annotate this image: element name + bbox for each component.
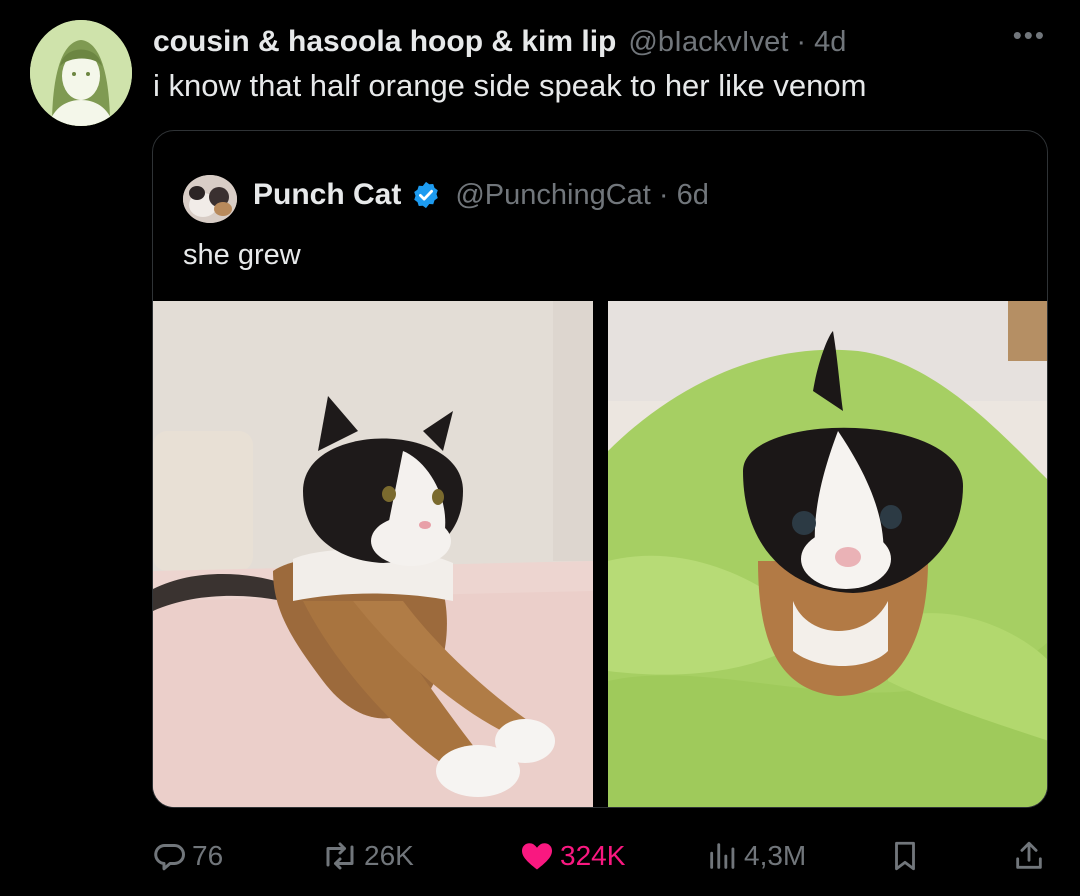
heart-filled-icon [522, 843, 552, 870]
like-button[interactable]: 324K [518, 834, 625, 878]
bookmark-button[interactable] [888, 834, 926, 878]
views-chart-icon [710, 843, 735, 869]
repost-button[interactable]: 26K [320, 834, 414, 878]
repost-icon [326, 842, 354, 870]
reply-icon [154, 843, 185, 871]
quoted-author-name[interactable]: Punch Cat [253, 178, 401, 212]
author-handle-time[interactable]: @bIackvIvet · 4d [628, 26, 846, 59]
kitten-image [608, 301, 1047, 807]
reply-button[interactable]: 76 [152, 834, 223, 878]
share-button[interactable] [1012, 834, 1050, 878]
grown-cat-photo[interactable] [153, 301, 593, 807]
avatar-portrait-image [30, 20, 132, 126]
like-count: 324K [560, 840, 626, 871]
action-bar: 76 26K 324K 4,3M [152, 834, 1048, 878]
author-avatar[interactable] [30, 20, 132, 126]
reply-count: 76 [192, 840, 224, 871]
more-icon[interactable]: ••• [1013, 20, 1046, 51]
avatar-cat-image [183, 175, 237, 223]
views-button[interactable]: 4,3M [706, 834, 806, 878]
repost-count: 26K [364, 840, 414, 871]
quoted-header: Punch Cat @PunchingCat · 6d [253, 175, 709, 215]
tweet-header: cousin & hasoola hoop & kim lip @bIackvI… [153, 22, 1040, 62]
verified-badge-icon [414, 181, 439, 209]
view-count: 4,3M [744, 840, 807, 871]
quoted-author-handle-time[interactable]: @PunchingCat · 6d [455, 179, 709, 212]
author-name[interactable]: cousin & hasoola hoop & kim lip [153, 25, 616, 59]
bookmark-icon [895, 841, 915, 871]
grown-cat-image [153, 301, 593, 807]
quoted-tweet[interactable]: Punch Cat @PunchingCat · 6d she grew [152, 130, 1048, 808]
quoted-author-avatar[interactable] [183, 175, 237, 223]
kitten-photo[interactable] [608, 301, 1047, 807]
quoted-tweet-text: she grew [183, 239, 301, 271]
tweet-text: i know that half orange side speak to he… [153, 68, 867, 103]
share-icon [1016, 841, 1042, 869]
